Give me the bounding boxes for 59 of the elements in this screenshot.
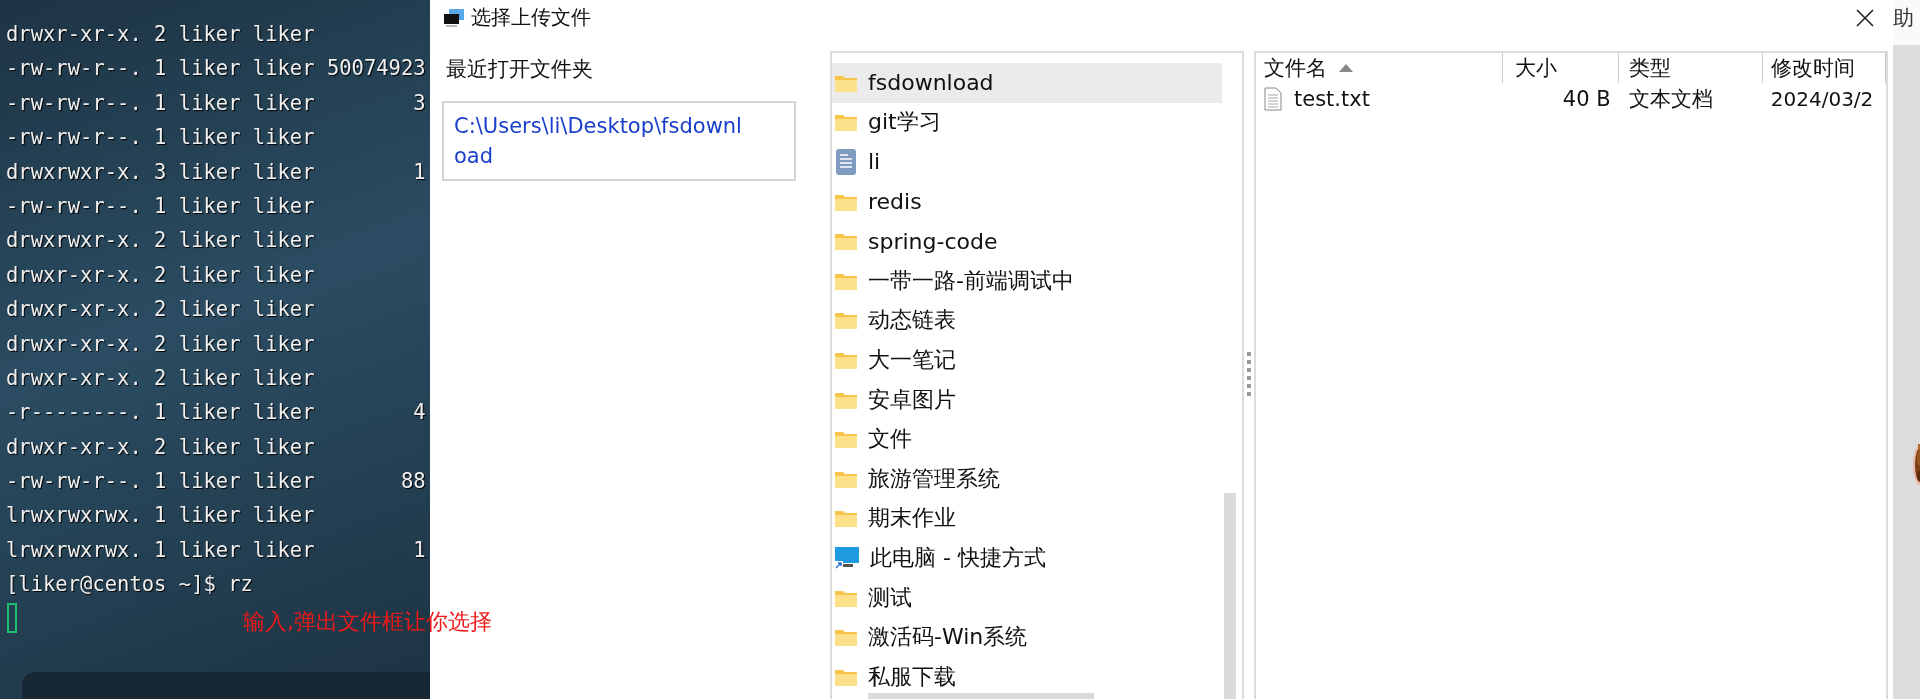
folder-item[interactable]: 动态链表: [832, 300, 1222, 341]
terminal-line: drwxrwxr-x. 3 liker liker 1: [6, 158, 427, 186]
terminal-line: drwxr-xr-x. 2 liker liker: [6, 364, 316, 392]
recent-folder-link[interactable]: C:\Users\li\Desktop\fsdownload: [442, 101, 796, 181]
terminal-line: -rw-rw-r--. 1 liker liker: [6, 124, 316, 152]
text-cursor: [7, 603, 17, 633]
file-size: 40 B: [1561, 87, 1612, 111]
folder-item[interactable]: 一带一路-前端调试中: [832, 260, 1222, 301]
folder-icon: [834, 627, 858, 648]
column-header[interactable]: 类型: [1618, 53, 1763, 83]
text-file-icon: [1264, 87, 1282, 111]
column-header[interactable]: 大小: [1503, 53, 1619, 83]
folder-item[interactable]: 此电脑 - 快捷方式: [832, 538, 1222, 578]
folder-item[interactable]: 激活码-Win系统: [832, 617, 1222, 657]
folder-item[interactable]: 旅游管理系统: [832, 458, 1222, 499]
column-header[interactable]: 文件名: [1256, 53, 1504, 83]
folder-item[interactable]: git学习: [832, 102, 1222, 143]
terminal-line: -rw-rw-r--. 1 liker liker: [6, 192, 316, 220]
folder-item[interactable]: 大一笔记: [832, 340, 1222, 380]
folder-icon: [834, 231, 858, 252]
terminal-line: -rw-rw-r--. 1 liker liker 88: [6, 468, 427, 496]
file-name[interactable]: test.txt: [1294, 87, 1370, 111]
folder-item[interactable]: 安卓图片: [832, 379, 1222, 420]
column-header[interactable]: 修改时间: [1762, 53, 1886, 83]
terminal-line: drwxr-xr-x. 2 liker liker: [6, 330, 316, 358]
terminal-line: drwxrwxr-x. 2 liker liker: [6, 227, 316, 255]
folder-item[interactable]: spring-code: [832, 221, 1222, 261]
terminal-line: [liker@centos ~]$ rz: [6, 571, 254, 599]
terminal-line: drwxr-xr-x. 2 liker liker: [6, 21, 316, 48]
folder-item[interactable]: 私服下载: [832, 656, 1222, 697]
folder-icon: [834, 508, 858, 529]
folder-item[interactable]: li: [832, 142, 1222, 182]
computer-shortcut-icon: [834, 545, 860, 570]
file-modified: 2024/03/2: [1769, 87, 1875, 111]
file-type: 文本文档: [1627, 86, 1714, 113]
folder-item[interactable]: fsdownload: [832, 63, 1222, 103]
folder-item[interactable]: 期末作业: [832, 498, 1222, 539]
terminal-line: -rw-rw-r--. 1 liker liker 3: [6, 89, 427, 117]
sort-ascending-icon: [1339, 64, 1353, 72]
terminal-line: drwxr-xr-x. 2 liker liker: [6, 261, 316, 289]
folder-item[interactable]: redis: [832, 181, 1222, 222]
terminal-line: drwxr-xr-x. 2 liker liker: [6, 296, 316, 324]
folder-item[interactable]: 测试: [832, 577, 1222, 618]
recent-folders-label: 最近打开文件夹: [446, 56, 594, 83]
folder-item[interactable]: 文件: [832, 419, 1222, 459]
folder-icon: [834, 112, 858, 133]
window-title: 选择上传文件: [471, 4, 591, 31]
terminal-line: -r--------. 1 liker liker 4: [6, 399, 427, 427]
window-title: 助: [1893, 5, 1915, 32]
scrollbar[interactable]: [868, 693, 1094, 699]
terminal-line: -rw-rw-r--. 1 liker liker 50074923: [6, 55, 427, 83]
scrollbar[interactable]: [1224, 493, 1236, 699]
folder-icon: [834, 429, 858, 450]
terminal-line: lrwxrwxrwx. 1 liker liker: [6, 502, 316, 530]
terminal-line: lrwxrwxrwx. 1 liker liker 1: [6, 536, 427, 564]
terminal-line: drwxr-xr-x. 2 liker liker: [6, 433, 316, 461]
document-icon: [834, 148, 858, 176]
folder-icon: [834, 310, 858, 331]
monitor-icon: [443, 7, 465, 28]
